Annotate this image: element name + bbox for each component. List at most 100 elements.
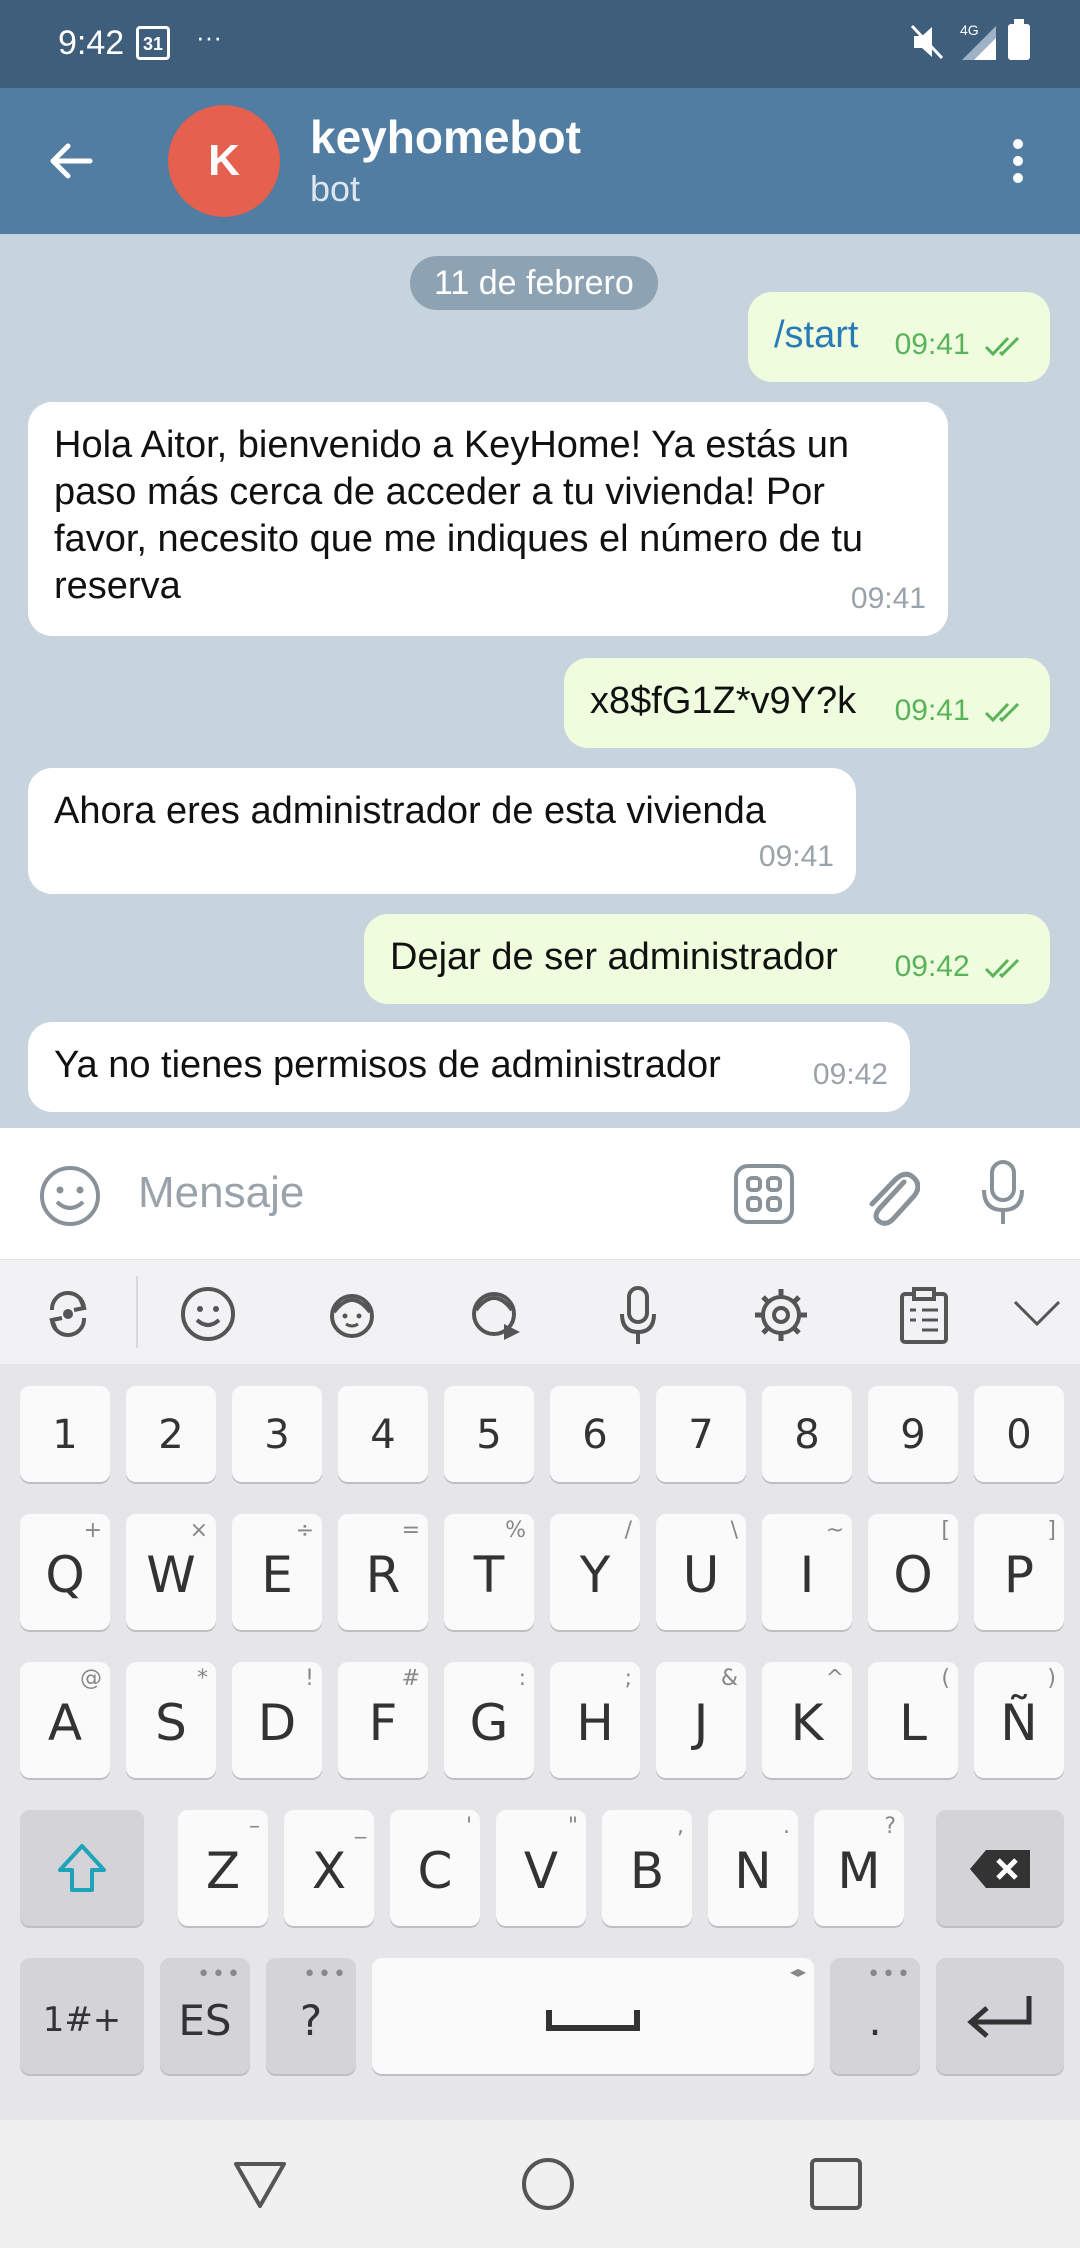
keyboard-toolbar [0, 1260, 1080, 1364]
back-arrow-icon[interactable] [46, 136, 96, 186]
message-time: 09:41 [758, 840, 834, 873]
message-incoming[interactable]: Ahora eres administrador de esta viviend… [28, 768, 856, 894]
chevron-down-icon[interactable] [1012, 1298, 1062, 1328]
bot-keyboard-icon[interactable] [732, 1162, 796, 1226]
settings-gear-icon[interactable] [752, 1286, 810, 1344]
message-outgoing[interactable]: /start 09:41 [748, 292, 1050, 382]
network-type: 4G [960, 22, 979, 38]
key[interactable]: 8 [762, 1386, 852, 1482]
calendar-icon: 31 [136, 26, 170, 60]
key[interactable]: 3 [232, 1386, 322, 1482]
message-outgoing[interactable]: Dejar de ser administrador 09:42 [364, 914, 1050, 1004]
refresh-suggestions-icon[interactable] [40, 1286, 96, 1342]
key-g[interactable]: :G [444, 1662, 534, 1778]
key-c[interactable]: ' C [390, 1810, 480, 1926]
key-r[interactable]: = R [338, 1514, 428, 1630]
chat-subtitle: bot [310, 168, 361, 209]
double-check-icon [984, 337, 1020, 357]
key-k[interactable]: ^ K [762, 1662, 852, 1778]
key-h[interactable]: ; H [550, 1662, 640, 1778]
message-time: 09:41 [894, 694, 970, 727]
message-incoming[interactable]: Ya no tienes permisos de administrador 0… [28, 1022, 910, 1112]
message-meta: 09:41 [895, 687, 1028, 734]
key[interactable]: 6 [550, 1386, 640, 1482]
key[interactable]: 2 [126, 1386, 216, 1482]
key[interactable]: 5 [444, 1386, 534, 1482]
key-x[interactable]: _ X [284, 1810, 374, 1926]
toolbar-divider [136, 1276, 138, 1348]
chat-header: K keyhomebot bot [0, 88, 1080, 234]
key-y[interactable]: / Y [550, 1514, 640, 1630]
key-n[interactable]: .N [708, 1810, 798, 1926]
key-s[interactable]: * S [126, 1662, 216, 1778]
emoji-keyboard-icon[interactable] [180, 1286, 236, 1342]
key[interactable]: 0 [974, 1386, 1064, 1482]
message-incoming[interactable]: Hola Aitor, bienvenido a KeyHome! Ya est… [28, 402, 948, 636]
message-meta: 09:41 [895, 321, 1028, 368]
enter-key[interactable] [936, 1958, 1064, 2074]
key-u[interactable]: \ U [656, 1514, 746, 1630]
emoji-icon[interactable] [38, 1164, 102, 1228]
message-text: Ahora eres administrador de esta viviend… [54, 790, 766, 832]
voice-input-icon[interactable] [618, 1286, 658, 1346]
key-z[interactable]: – Z [178, 1810, 268, 1926]
language-key[interactable]: ••• ES [160, 1958, 250, 2074]
key[interactable]: 4 [338, 1386, 428, 1482]
message-text: Ya no tienes permisos de administrador [54, 1044, 721, 1086]
double-check-icon [984, 959, 1020, 979]
backspace-icon [970, 1850, 1030, 1888]
backspace-key[interactable] [936, 1810, 1064, 1926]
key-j[interactable]: & J [656, 1662, 746, 1778]
keyboard: 1 2 3 4 5 6 7 8 9 0 + Q × W ÷ E = R % T / Y \ U… [0, 1364, 1080, 2120]
period-key[interactable]: •••. [830, 1958, 920, 2074]
key-a[interactable]: @ A [20, 1662, 110, 1778]
message-text[interactable]: /start [774, 314, 858, 356]
key-d[interactable]: ! D [232, 1662, 322, 1778]
more-notifications-icon: ··· [196, 22, 222, 52]
back-triangle-icon[interactable] [232, 2156, 288, 2212]
message-input[interactable]: Mensaje [138, 1168, 304, 1218]
recents-square-icon[interactable] [808, 2156, 864, 2212]
home-circle-icon[interactable] [520, 2156, 576, 2212]
message-text: x8$fG1Z*v9Y?k [590, 680, 857, 722]
message-outgoing[interactable]: x8$fG1Z*v9Y?k 09:41 [564, 658, 1050, 748]
message-time: 09:42 [812, 1058, 888, 1091]
chat-title[interactable]: keyhomebot [310, 110, 581, 164]
symbols-key[interactable]: 1#+ [20, 1958, 144, 2074]
key-w[interactable]: × W [126, 1514, 216, 1630]
key-o[interactable]: [O [868, 1514, 958, 1630]
message-time: 09:41 [850, 582, 926, 615]
key-f[interactable]: # F [338, 1662, 428, 1778]
space-bar-icon [546, 2010, 640, 2031]
gif-icon[interactable] [468, 1286, 524, 1342]
double-check-icon [984, 703, 1020, 723]
microphone-icon[interactable] [980, 1158, 1026, 1228]
enter-icon [967, 1996, 1032, 2038]
key[interactable]: 9 [868, 1386, 958, 1482]
key-m[interactable]: ? M [814, 1810, 904, 1926]
key[interactable]: 7 [656, 1386, 746, 1482]
key-enye[interactable]: ) Ñ [974, 1662, 1064, 1778]
mute-icon [910, 24, 944, 60]
attach-icon[interactable] [860, 1160, 920, 1228]
key-t[interactable]: % T [444, 1514, 534, 1630]
status-bar: 9:42 31 ··· 4G [0, 0, 1080, 88]
key-q[interactable]: + Q [20, 1514, 110, 1630]
key[interactable]: 1 [20, 1386, 110, 1482]
space-key[interactable]: ◂▸ [372, 1958, 814, 2074]
key-v[interactable]: " V [496, 1810, 586, 1926]
shift-key[interactable] [20, 1810, 144, 1926]
message-time: 09:41 [894, 328, 970, 361]
avatar[interactable]: K [168, 105, 280, 217]
status-time: 9:42 [58, 24, 125, 62]
question-key[interactable]: •••? [266, 1958, 356, 2074]
clipboard-icon[interactable] [898, 1286, 950, 1344]
key-l[interactable]: (L [868, 1662, 958, 1778]
key-p[interactable]: ] P [974, 1514, 1064, 1630]
key-i[interactable]: ~ I [762, 1514, 852, 1630]
key-b[interactable]: ,B [602, 1810, 692, 1926]
key-e[interactable]: ÷ E [232, 1514, 322, 1630]
chat-area[interactable]: 11 de febrero /start 09:41 Hola Aitor, b… [0, 234, 1080, 1128]
more-vert-icon[interactable] [1000, 136, 1036, 186]
sticker-icon[interactable] [324, 1286, 380, 1342]
